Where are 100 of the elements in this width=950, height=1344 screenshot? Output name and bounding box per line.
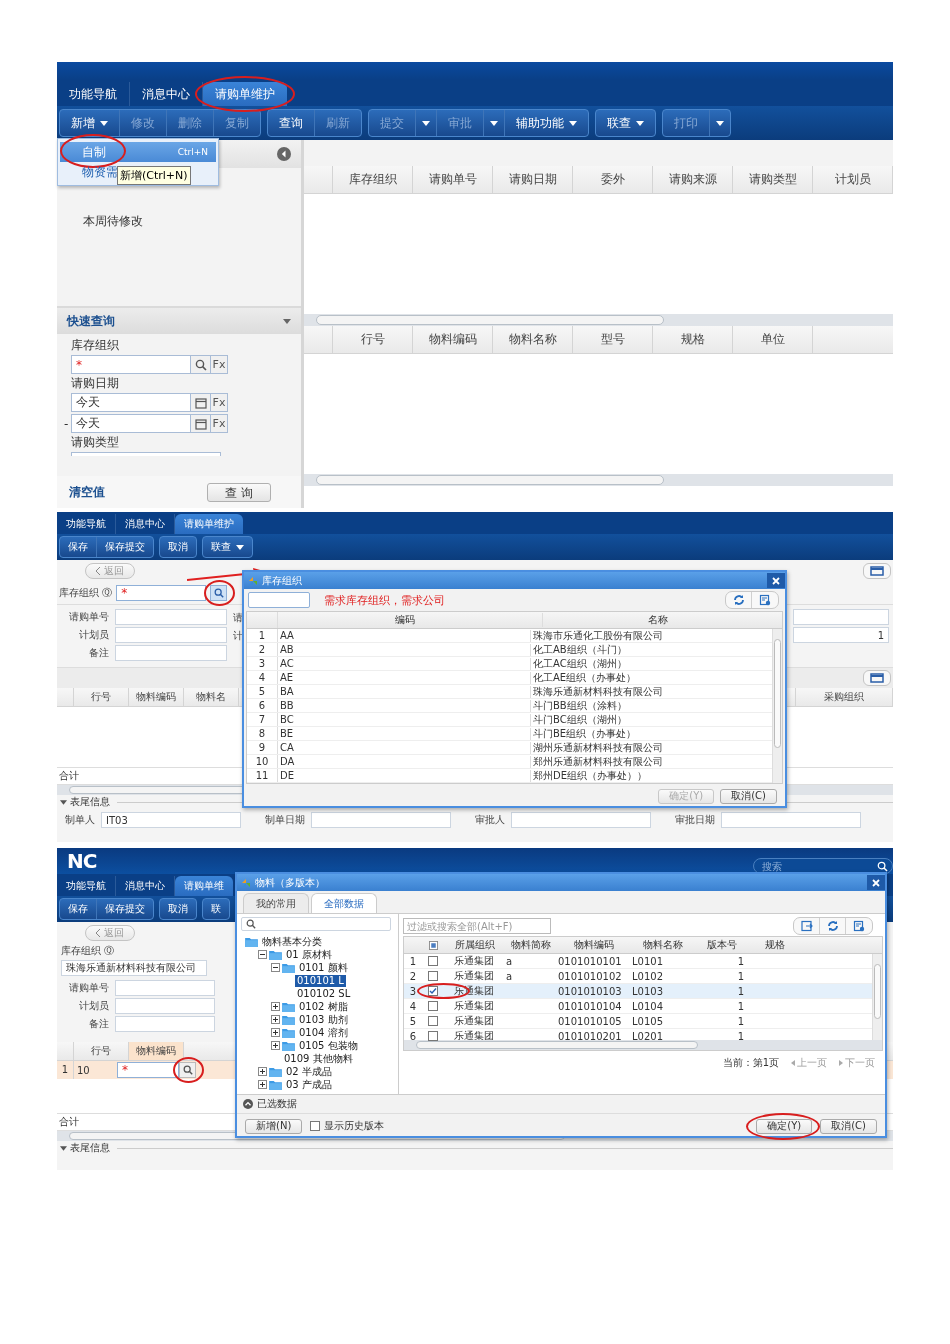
search-field[interactable] <box>248 592 310 608</box>
tree-item[interactable]: 02 半成品 <box>284 1065 334 1078</box>
input-field[interactable] <box>311 812 451 828</box>
table-row[interactable]: 5 BA 珠海乐通新材料科技有限公司 <box>247 685 772 699</box>
calendar-button[interactable] <box>191 414 211 433</box>
caret-icon[interactable] <box>283 318 291 324</box>
formula-button[interactable]: Fx <box>211 393 228 412</box>
input-field[interactable] <box>793 609 889 625</box>
caret-icon[interactable] <box>60 1145 67 1151</box>
toolbar-button[interactable]: 保存 <box>60 899 97 919</box>
new-button[interactable]: 新增(N) <box>245 1118 303 1134</box>
input-field[interactable]: 今天 <box>71 414 191 433</box>
toolbar-button[interactable]: 联查 <box>203 537 252 557</box>
expand-icon[interactable] <box>243 1099 253 1109</box>
tree-item[interactable]: 0103 助剂 <box>297 1013 350 1026</box>
table-row[interactable]: 11 DE 郑州DE组织（办事处）） <box>247 769 772 783</box>
input-field[interactable]: * <box>116 585 207 601</box>
clear-link[interactable]: 清空值 <box>69 483 105 501</box>
checkbox[interactable] <box>428 1001 438 1011</box>
window-button[interactable] <box>863 670 891 686</box>
toolbar-button[interactable]: 查询 <box>268 110 315 136</box>
input-field[interactable] <box>71 452 221 456</box>
input-field[interactable]: * <box>117 1062 179 1078</box>
expander-icon[interactable] <box>271 1002 280 1011</box>
toolbar-button[interactable]: 保存提交 <box>97 899 153 919</box>
formula-button[interactable]: Fx <box>211 355 228 374</box>
toolbar-button[interactable]: 保存 <box>60 537 97 557</box>
input-field[interactable] <box>115 627 227 643</box>
cancel-button[interactable]: 取消(C) <box>720 788 777 804</box>
expander-icon[interactable] <box>271 1041 280 1050</box>
collapse-icon[interactable] <box>277 147 291 161</box>
input-field[interactable] <box>115 609 227 625</box>
vertical-scrollbar[interactable] <box>872 954 882 1040</box>
expander-icon[interactable] <box>271 963 280 972</box>
expander-icon[interactable] <box>271 1015 280 1024</box>
vertical-scrollbar[interactable] <box>772 629 782 783</box>
search-button[interactable] <box>179 1062 196 1078</box>
expander-icon[interactable] <box>271 1028 280 1037</box>
tree-item[interactable]: 0102 树脂 <box>297 1000 350 1013</box>
tab[interactable]: 请购单维护 <box>175 514 243 534</box>
select-all-checkbox[interactable] <box>428 940 438 950</box>
input-field[interactable]: 珠海乐通新材料科技有限公司 <box>61 960 207 976</box>
close-button[interactable] <box>767 573 785 588</box>
tree-item[interactable]: 01 原材料 <box>284 948 334 961</box>
horizontal-scrollbar[interactable] <box>404 1040 882 1050</box>
input-field[interactable]: 1 <box>793 627 889 643</box>
input-field[interactable] <box>115 980 215 996</box>
input-field[interactable] <box>115 1016 215 1032</box>
ok-button[interactable]: 确定(Y) <box>756 1118 813 1134</box>
tab[interactable]: 全部数据 <box>311 893 377 913</box>
input-field[interactable] <box>115 645 227 661</box>
expander-icon[interactable] <box>258 1080 267 1089</box>
expander-icon[interactable] <box>258 1067 267 1076</box>
table-row[interactable]: 9 CA 湖州乐通新材料科技有限公司 <box>247 741 772 755</box>
tab[interactable]: 我的常用 <box>243 893 309 913</box>
toolbar-button[interactable]: 取消 <box>160 537 196 557</box>
input-field[interactable]: IT03 <box>101 812 241 828</box>
table-row[interactable]: 5 乐通集团 0101010105 L0105 1 <box>404 1014 872 1029</box>
tree-item[interactable]: 010102 SL <box>295 987 353 1000</box>
table-row[interactable]: 10 DA 郑州乐通新材料科技有限公司 <box>247 755 772 769</box>
search-icon[interactable] <box>877 861 888 872</box>
toolbar-button[interactable]: 取消 <box>160 899 196 919</box>
checkbox[interactable] <box>310 1121 321 1131</box>
checkbox[interactable] <box>428 971 438 981</box>
input-field[interactable] <box>511 812 651 828</box>
tab[interactable]: 请购单维护 <box>203 82 287 106</box>
checkbox[interactable] <box>428 956 438 966</box>
table-row[interactable]: 2 AB 化工AB组织（斗门） <box>247 643 772 657</box>
table-row[interactable]: 1 乐通集团 a 0101010101 L0101 1 <box>404 954 872 969</box>
calendar-button[interactable] <box>191 393 211 412</box>
formula-button[interactable]: Fx <box>211 414 228 433</box>
query-button[interactable]: 查 询 <box>207 482 271 502</box>
table-row[interactable]: 7 BC 斗门BC组织（湖州） <box>247 713 772 727</box>
caret-icon[interactable] <box>60 799 67 805</box>
input-field[interactable]: 今天 <box>71 393 191 412</box>
search-button[interactable] <box>210 585 228 601</box>
search-button[interactable] <box>191 355 211 374</box>
cancel-button[interactable]: 取消(C) <box>820 1118 877 1134</box>
horizontal-scrollbar[interactable] <box>304 474 893 486</box>
tree-item[interactable]: 0109 其他物料 <box>282 1052 355 1065</box>
filter-field[interactable]: 过滤或搜索全部(Alt+F) <box>403 918 551 934</box>
toolbar-button[interactable]: 联查 <box>596 110 655 136</box>
tab[interactable]: 请购单维 <box>175 876 233 896</box>
toolbar-button[interactable]: 辅助功能 <box>505 110 588 136</box>
toolbar-button[interactable]: 保存提交 <box>97 537 153 557</box>
tree-item[interactable]: 物料基本分类 <box>260 935 324 948</box>
table-row[interactable]: 1 AA 珠海市乐通化工股份有限公司 <box>247 629 772 643</box>
window-button[interactable] <box>863 563 891 579</box>
tree-item[interactable]: 0101 颜料 <box>297 961 350 974</box>
table-row[interactable]: 8 BE 斗门BE组织（办事处） <box>247 727 772 741</box>
toolbar-button[interactable]: 联 <box>203 899 229 919</box>
tree-item[interactable]: 0105 包装物 <box>297 1039 360 1052</box>
horizontal-scrollbar[interactable] <box>304 314 893 326</box>
close-button[interactable] <box>867 875 885 890</box>
input-field[interactable] <box>721 812 861 828</box>
input-field[interactable] <box>115 998 215 1014</box>
expander-icon[interactable] <box>258 950 267 959</box>
tree-item[interactable]: 03 产成品 <box>284 1078 334 1091</box>
toolbar-button[interactable]: 新增 <box>60 110 120 136</box>
checkbox[interactable] <box>428 1031 438 1041</box>
